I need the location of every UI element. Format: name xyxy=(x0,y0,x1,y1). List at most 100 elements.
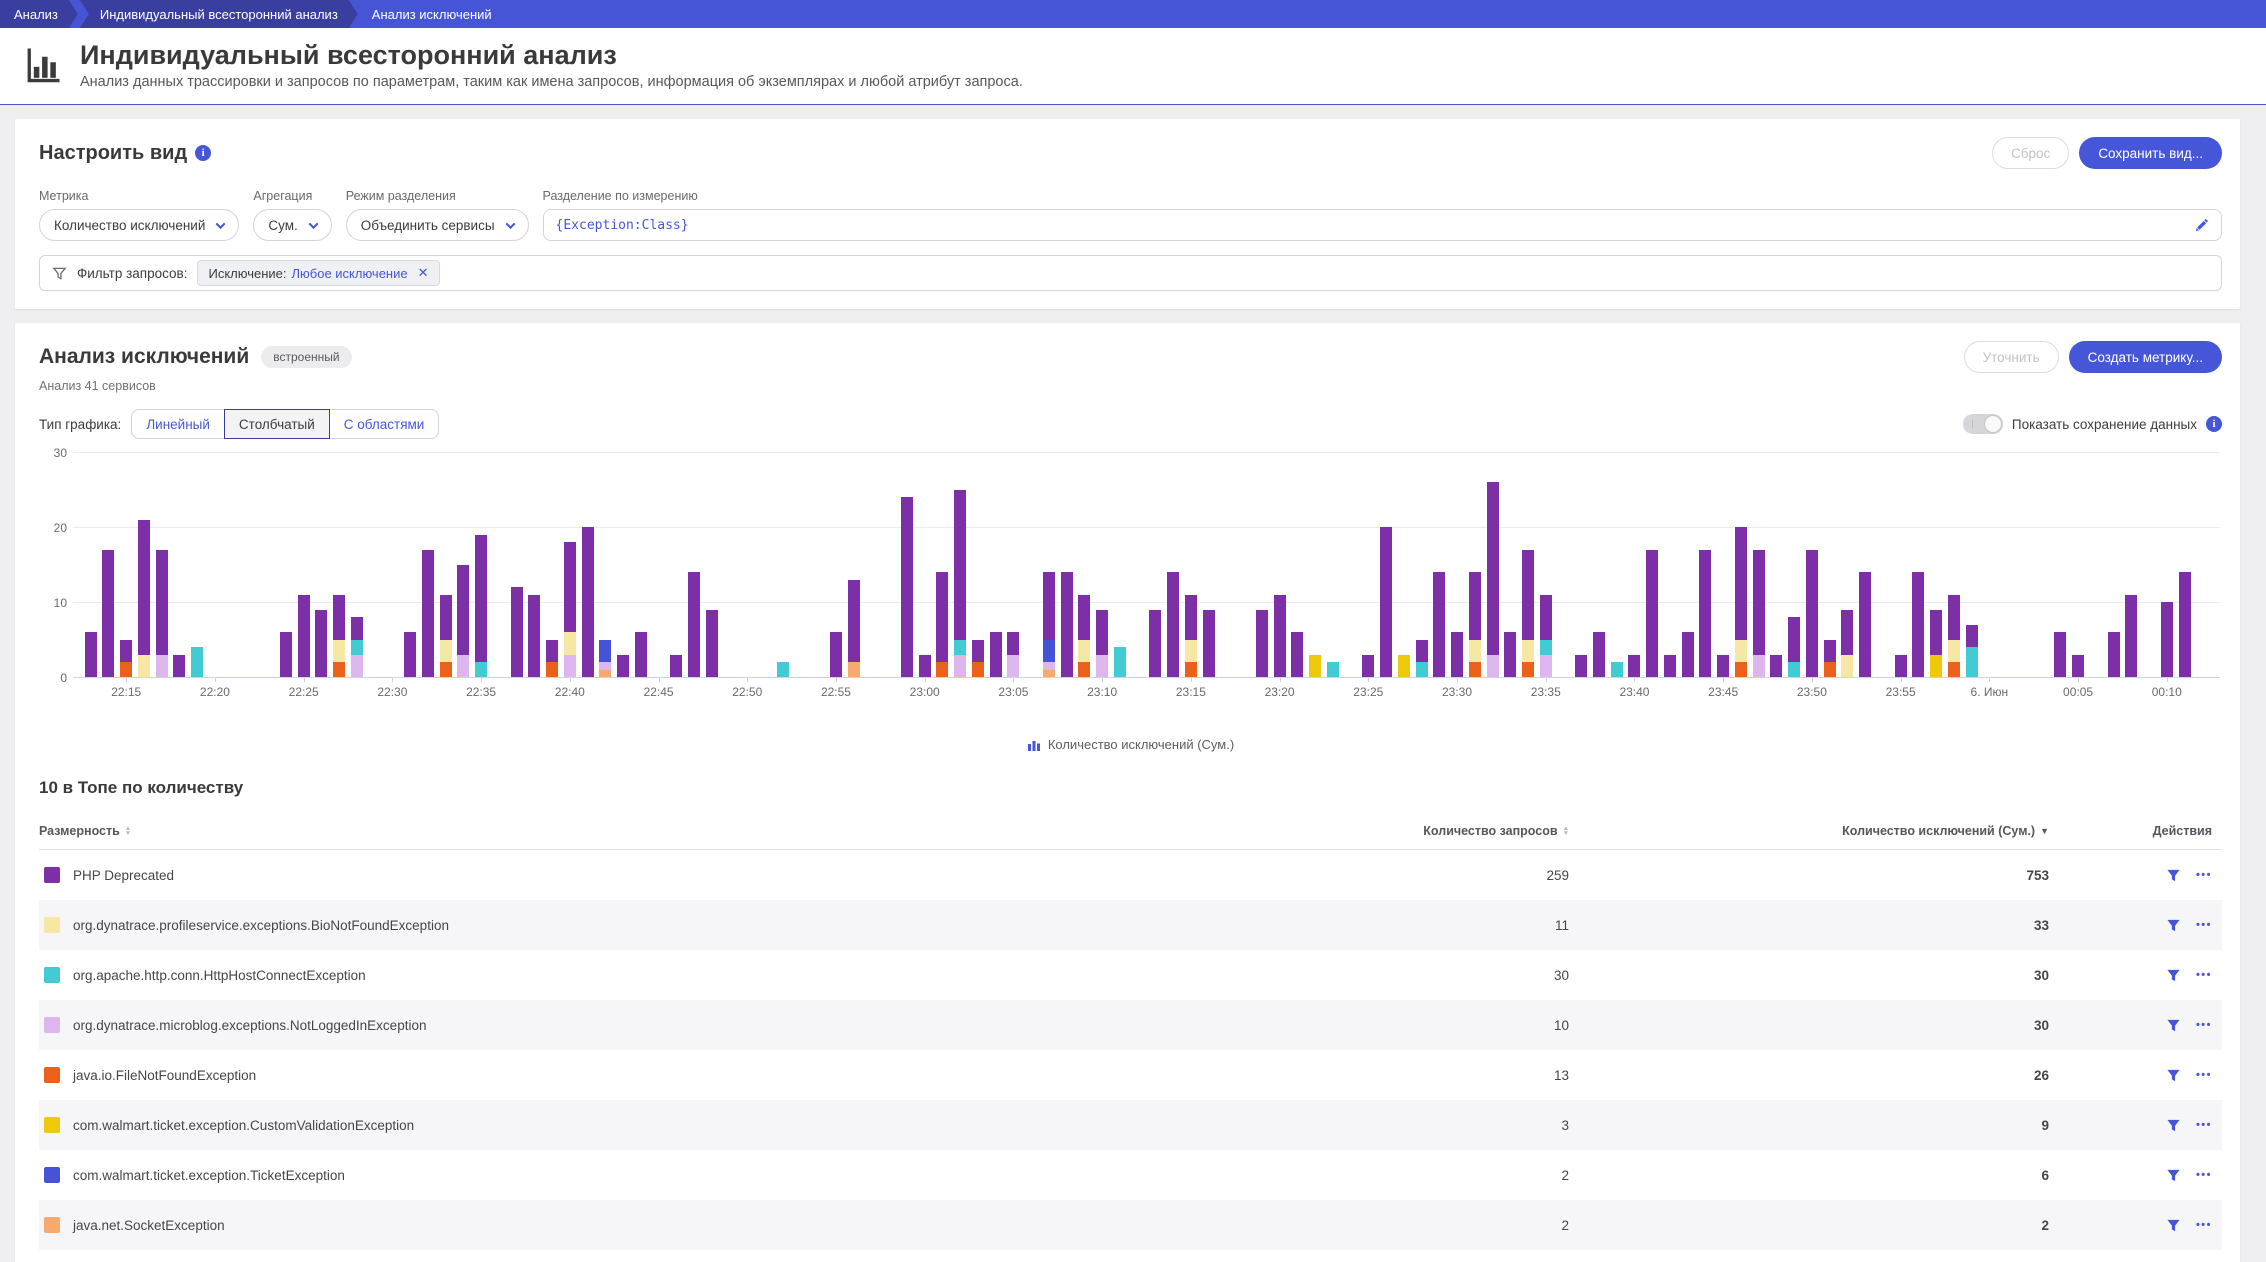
split-mode-select[interactable]: Объединить сервисы xyxy=(346,209,529,241)
stacked-bar[interactable] xyxy=(1593,632,1605,677)
stacked-bar[interactable] xyxy=(1380,527,1392,677)
row-filter-button[interactable] xyxy=(2166,968,2181,983)
stacked-bar[interactable] xyxy=(848,580,860,678)
stacked-bar[interactable] xyxy=(1007,632,1019,677)
create-metric-button[interactable]: Создать метрику... xyxy=(2069,341,2222,373)
stacked-bar[interactable] xyxy=(635,632,647,677)
stacked-bar[interactable] xyxy=(582,527,594,677)
stacked-bar[interactable] xyxy=(1948,595,1960,678)
stacked-bar[interactable] xyxy=(1895,655,1907,678)
stacked-bar[interactable] xyxy=(280,632,292,677)
stacked-bar[interactable] xyxy=(333,595,345,678)
stacked-bar[interactable] xyxy=(546,640,558,678)
stacked-bar[interactable] xyxy=(1540,595,1552,678)
stacked-bar[interactable] xyxy=(706,610,718,678)
stacked-bar[interactable] xyxy=(1487,482,1499,677)
row-filter-button[interactable] xyxy=(2166,1018,2181,1033)
stacked-bar[interactable] xyxy=(688,572,700,677)
stacked-bar[interactable] xyxy=(1912,572,1924,677)
remove-filter-icon[interactable]: ✕ xyxy=(418,265,429,281)
stacked-bar[interactable] xyxy=(1149,610,1161,678)
stacked-bar[interactable] xyxy=(1522,550,1534,678)
row-filter-button[interactable] xyxy=(2166,1068,2181,1083)
row-filter-button[interactable] xyxy=(2166,1118,2181,1133)
stacked-bar[interactable] xyxy=(830,632,842,677)
stacked-bar[interactable] xyxy=(1309,655,1321,678)
row-filter-button[interactable] xyxy=(2166,868,2181,883)
stacked-bar[interactable] xyxy=(528,595,540,678)
save-view-button[interactable]: Сохранить вид... xyxy=(2079,137,2222,169)
info-icon[interactable]: i xyxy=(195,145,211,161)
stacked-bar[interactable] xyxy=(1203,610,1215,678)
stacked-bar[interactable] xyxy=(1398,655,1410,678)
stacked-bar[interactable] xyxy=(1291,632,1303,677)
stacked-bar[interactable] xyxy=(1043,572,1055,677)
stacked-bar[interactable] xyxy=(777,662,789,677)
stacked-bar[interactable] xyxy=(1717,655,1729,678)
stacked-bar[interactable] xyxy=(457,565,469,678)
stacked-bar[interactable] xyxy=(422,550,434,678)
stacked-bar[interactable] xyxy=(1966,625,1978,678)
stacked-bar[interactable] xyxy=(919,655,931,678)
stacked-bar[interactable] xyxy=(120,640,132,678)
stacked-bar[interactable] xyxy=(1256,610,1268,678)
row-more-button[interactable]: ••• xyxy=(2196,1119,2212,1131)
stacked-bar[interactable] xyxy=(990,632,1002,677)
data-retention-toggle[interactable] xyxy=(1963,414,2003,434)
stacked-bar[interactable] xyxy=(599,640,611,678)
stacked-bar[interactable] xyxy=(138,520,150,678)
chart-type-bar[interactable]: Столбчатый xyxy=(224,409,330,439)
stacked-bar[interactable] xyxy=(1859,572,1871,677)
chart-type-line[interactable]: Линейный xyxy=(131,409,225,439)
request-filter-bar[interactable]: Фильтр запросов: Исключение: Любое исклю… xyxy=(39,255,2222,291)
stacked-bar[interactable] xyxy=(1469,572,1481,677)
stacked-bar[interactable] xyxy=(1433,572,1445,677)
stacked-bar[interactable] xyxy=(1416,640,1428,678)
stacked-bar[interactable] xyxy=(1628,655,1640,678)
stacked-bar[interactable] xyxy=(2108,632,2120,677)
stacked-bar[interactable] xyxy=(972,640,984,678)
stacked-bar[interactable] xyxy=(1735,527,1747,677)
stacked-bar[interactable] xyxy=(1806,550,1818,678)
stacked-bar[interactable] xyxy=(1327,662,1339,677)
edit-pencil-icon[interactable] xyxy=(2194,218,2209,233)
stacked-bar[interactable] xyxy=(102,550,114,678)
stacked-bar[interactable] xyxy=(1078,595,1090,678)
column-dimension[interactable]: Размерность ▲▼ xyxy=(39,824,1099,838)
breadcrumb-item-analysis[interactable]: Анализ xyxy=(0,0,78,28)
stacked-bar[interactable] xyxy=(1930,610,1942,678)
row-filter-button[interactable] xyxy=(2166,1218,2181,1233)
stacked-bar[interactable] xyxy=(1061,572,1073,677)
row-filter-button[interactable] xyxy=(2166,918,2181,933)
chart-type-area[interactable]: С областями xyxy=(329,409,440,439)
stacked-bar[interactable] xyxy=(1504,632,1516,677)
stacked-bar[interactable] xyxy=(1096,610,1108,678)
stacked-bar[interactable] xyxy=(298,595,310,678)
column-request-count[interactable]: Количество запросов ▲▼ xyxy=(1099,824,1569,838)
row-more-button[interactable]: ••• xyxy=(2196,919,2212,931)
stacked-bar[interactable] xyxy=(1646,550,1658,678)
dimension-input[interactable]: {Exception:Class} xyxy=(543,209,2222,241)
row-filter-button[interactable] xyxy=(2166,1168,2181,1183)
stacked-bar[interactable] xyxy=(2054,632,2066,677)
stacked-bar[interactable] xyxy=(564,542,576,677)
stacked-bar[interactable] xyxy=(156,550,168,678)
stacked-bar[interactable] xyxy=(1451,632,1463,677)
stacked-bar[interactable] xyxy=(1682,632,1694,677)
stacked-bar[interactable] xyxy=(1841,610,1853,678)
row-more-button[interactable]: ••• xyxy=(2196,969,2212,981)
stacked-bar[interactable] xyxy=(1770,655,1782,678)
stacked-bar[interactable] xyxy=(351,617,363,677)
stacked-bar[interactable] xyxy=(1611,662,1623,677)
stacked-bar[interactable] xyxy=(670,655,682,678)
stacked-bar[interactable] xyxy=(617,655,629,678)
stacked-bar[interactable] xyxy=(2125,595,2137,678)
stacked-bar[interactable] xyxy=(954,490,966,678)
row-more-button[interactable]: ••• xyxy=(2196,1169,2212,1181)
stacked-bar[interactable] xyxy=(936,572,948,677)
stacked-bar[interactable] xyxy=(511,587,523,677)
stacked-bar[interactable] xyxy=(1114,647,1126,677)
stacked-bar[interactable] xyxy=(1167,572,1179,677)
stacked-bar[interactable] xyxy=(85,632,97,677)
stacked-bar[interactable] xyxy=(1185,595,1197,678)
